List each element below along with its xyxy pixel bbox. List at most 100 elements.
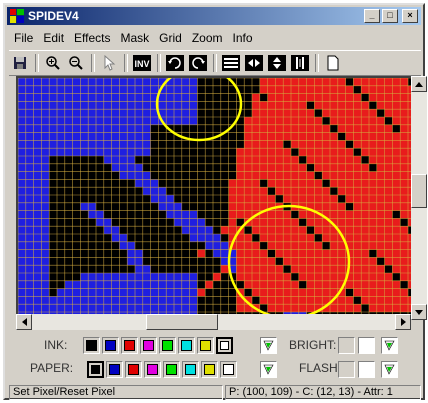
pixel-cell[interactable] <box>57 156 65 164</box>
pixel-cell[interactable] <box>57 257 65 266</box>
pixel-cell[interactable] <box>96 265 104 274</box>
pixel-cell[interactable] <box>158 210 167 219</box>
pixel-cell[interactable] <box>291 117 299 125</box>
pixel-cell[interactable] <box>41 132 50 141</box>
pixel-cell[interactable] <box>369 257 377 266</box>
pixel-cell[interactable] <box>80 156 89 164</box>
pixel-cell[interactable] <box>181 78 190 86</box>
pixel-cell[interactable] <box>189 140 198 149</box>
pixel-cell[interactable] <box>72 226 81 235</box>
pixel-cell[interactable] <box>135 132 143 141</box>
pixel-cell[interactable] <box>150 163 159 172</box>
pixel-cell[interactable] <box>181 117 190 125</box>
pixel-cell[interactable] <box>205 101 214 110</box>
pixel-cell[interactable] <box>267 257 276 266</box>
pixel-cell[interactable] <box>80 234 89 242</box>
pixel-cell[interactable] <box>189 304 198 313</box>
pixel-cell[interactable] <box>72 93 81 102</box>
pixel-cell[interactable] <box>135 109 143 118</box>
pixel-cell[interactable] <box>252 265 260 274</box>
pixel-cell[interactable] <box>298 117 307 125</box>
pixel-cell[interactable] <box>392 117 401 125</box>
pixel-cell[interactable] <box>142 93 151 102</box>
pixel-cell[interactable] <box>80 163 89 172</box>
pixel-cell[interactable] <box>376 241 385 250</box>
pixel-cell[interactable] <box>33 280 42 289</box>
pixel-cell[interactable] <box>25 132 34 141</box>
pixel-cell[interactable] <box>103 226 112 235</box>
pixel-cell[interactable] <box>103 78 112 86</box>
save-button[interactable] <box>9 53 31 73</box>
pixel-cell[interactable] <box>392 101 401 110</box>
pixel-cell[interactable] <box>259 280 268 289</box>
pixel-cell[interactable] <box>400 132 409 141</box>
pixel-cell[interactable] <box>353 109 362 118</box>
pixel-cell[interactable] <box>369 304 377 313</box>
pixel-cell[interactable] <box>306 257 315 266</box>
pixel-cell[interactable] <box>181 241 190 250</box>
pixel-cell[interactable] <box>72 195 81 203</box>
pixel-cell[interactable] <box>57 117 65 125</box>
pixel-cell[interactable] <box>18 241 26 250</box>
pixel-cell[interactable] <box>337 187 346 196</box>
pixel-cell[interactable] <box>111 273 120 281</box>
pixel-cell[interactable] <box>142 218 151 227</box>
pixel-cell[interactable] <box>103 148 112 157</box>
pixel-cell[interactable] <box>119 304 128 313</box>
pixel-cell[interactable] <box>345 210 354 219</box>
pixel-cell[interactable] <box>376 171 385 180</box>
pixel-cell[interactable] <box>41 195 50 203</box>
pixel-cell[interactable] <box>314 280 323 289</box>
pixel-cell[interactable] <box>111 195 120 203</box>
pixel-cell[interactable] <box>174 140 182 149</box>
pixel-cell[interactable] <box>322 171 331 180</box>
pixel-cell[interactable] <box>259 187 268 196</box>
pixel-cell[interactable] <box>80 257 89 266</box>
pixel-cell[interactable] <box>72 218 81 227</box>
pixel-cell[interactable] <box>314 241 323 250</box>
pixel-cell[interactable] <box>64 179 73 188</box>
pixel-cell[interactable] <box>88 85 97 94</box>
pixel-cell[interactable] <box>80 226 89 235</box>
bright-on-button[interactable] <box>358 337 375 354</box>
pixel-cell[interactable] <box>49 132 58 141</box>
pixel-cell[interactable] <box>400 78 409 86</box>
pixel-cell[interactable] <box>236 280 245 289</box>
pixel-cell[interactable] <box>244 132 253 141</box>
pixel-cell[interactable] <box>244 273 253 281</box>
paper-swatch[interactable] <box>182 361 199 378</box>
pixel-cell[interactable] <box>236 265 245 274</box>
pixel-cell[interactable] <box>181 288 190 297</box>
pixel-cell[interactable] <box>111 109 120 118</box>
pixel-cell[interactable] <box>322 257 331 266</box>
pixel-cell[interactable] <box>57 101 65 110</box>
pixel-cell[interactable] <box>275 273 284 281</box>
pixel-cell[interactable] <box>244 187 253 196</box>
pixel-cell[interactable] <box>337 156 346 164</box>
pixel-cell[interactable] <box>158 171 167 180</box>
pixel-cell[interactable] <box>345 195 354 203</box>
pixel-cell[interactable] <box>127 249 136 258</box>
pixel-cell[interactable] <box>197 288 206 297</box>
pixel-cell[interactable] <box>64 304 73 313</box>
pixel-cell[interactable] <box>259 249 268 258</box>
pixel-cell[interactable] <box>18 202 26 211</box>
pixel-cell[interactable] <box>64 140 73 149</box>
pixel-cell[interactable] <box>236 171 245 180</box>
pixel-cell[interactable] <box>298 101 307 110</box>
pixel-cell[interactable] <box>197 171 206 180</box>
pixel-cell[interactable] <box>322 85 331 94</box>
pixel-cell[interactable] <box>88 249 97 258</box>
pixel-cell[interactable] <box>33 202 42 211</box>
pixel-cell[interactable] <box>275 132 284 141</box>
pixel-cell[interactable] <box>298 85 307 94</box>
pixel-cell[interactable] <box>384 202 393 211</box>
pixel-cell[interactable] <box>213 257 221 266</box>
pixel-cell[interactable] <box>330 117 338 125</box>
pixel-cell[interactable] <box>322 163 331 172</box>
pixel-cell[interactable] <box>96 187 104 196</box>
pixel-cell[interactable] <box>135 304 143 313</box>
pixel-cell[interactable] <box>80 132 89 141</box>
pixel-cell[interactable] <box>376 226 385 235</box>
bright-off-button[interactable] <box>338 337 355 354</box>
